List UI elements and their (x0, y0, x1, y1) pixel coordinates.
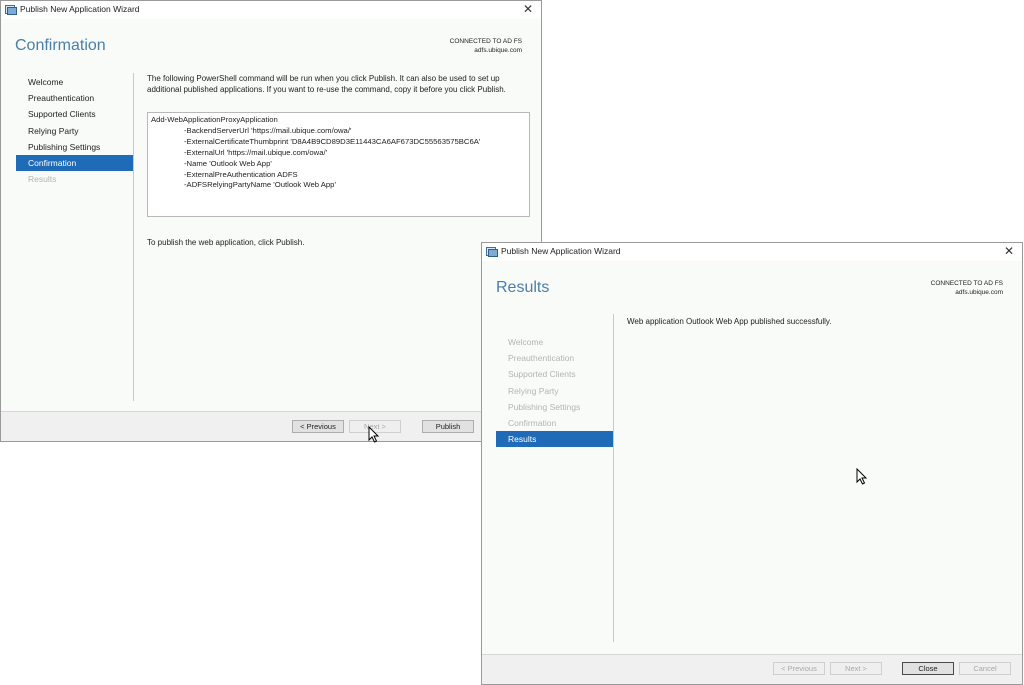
nav-divider (613, 314, 614, 642)
command-line: Add-WebApplicationProxyApplication (151, 115, 278, 124)
wizard-app-icon (486, 247, 498, 257)
nav-item-preauthentication[interactable]: Preauthentication (16, 90, 133, 106)
connection-label: CONNECTED TO AD FS (930, 280, 1003, 287)
connection-server: adfs.ubique.com (474, 47, 522, 54)
nav-divider (133, 73, 134, 401)
next-button[interactable]: Next > (830, 662, 882, 675)
wizard-steps-nav: Welcome Preauthentication Supported Client… (16, 74, 133, 187)
nav-item-publishing-settings[interactable]: Publishing Settings (496, 399, 613, 415)
button-bar: < Previous Next > Publish (1, 411, 541, 443)
command-line: -Name 'Outlook Web App' (184, 158, 272, 168)
close-button[interactable]: Close (902, 662, 954, 675)
nav-item-results[interactable]: Results (16, 171, 133, 187)
cancel-button[interactable]: Cancel (959, 662, 1011, 675)
connection-server: adfs.ubique.com (955, 289, 1003, 296)
command-line: -ADFSRelyingPartyName 'Outlook Web App' (184, 180, 336, 190)
close-icon[interactable]: ✕ (1004, 244, 1014, 258)
mouse-pointer-icon (856, 468, 868, 485)
command-line: -ExternalCertificateThumbprint 'D8A4B9CD… (184, 136, 481, 146)
page-title: Confirmation (15, 37, 106, 54)
command-description: The following PowerShell command will be… (147, 74, 506, 94)
nav-item-relying-party[interactable]: Relying Party (16, 123, 133, 139)
connection-status: CONNECTED TO AD FS adfs.ubique.com (931, 279, 1003, 297)
nav-item-welcome[interactable]: Welcome (16, 74, 133, 90)
previous-button[interactable]: < Previous (292, 420, 344, 433)
mouse-pointer-icon (368, 426, 380, 443)
wizard-body: Confirmation CONNECTED TO AD FS adfs.ubi… (1, 19, 541, 411)
wizard-body: Results CONNECTED TO AD FS adfs.ubique.c… (482, 261, 1022, 655)
window-title: Publish New Application Wizard (20, 4, 140, 14)
nav-item-publishing-settings[interactable]: Publishing Settings (16, 139, 133, 155)
close-icon[interactable]: ✕ (523, 2, 533, 16)
nav-item-confirmation[interactable]: Confirmation (16, 154, 133, 172)
nav-item-results[interactable]: Results (496, 431, 613, 448)
result-message: Web application Outlook Web App publishe… (627, 317, 832, 326)
connection-status: CONNECTED TO AD FS adfs.ubique.com (450, 37, 522, 55)
publish-button[interactable]: Publish (422, 420, 474, 433)
command-line: -BackendServerUrl 'https://mail.ubique.c… (184, 125, 352, 135)
powershell-command-box[interactable]: Add-WebApplicationProxyApplication -Backe… (147, 112, 530, 217)
nav-item-welcome[interactable]: Welcome (496, 334, 613, 350)
publish-instruction: To publish the web application, click Pu… (147, 238, 305, 247)
title-bar: Publish New Application Wizard ✕ (482, 243, 1022, 261)
nav-item-supported-clients[interactable]: Supported Clients (16, 106, 133, 122)
nav-item-preauthentication[interactable]: Preauthentication (496, 350, 613, 366)
wizard-steps-nav: Welcome Preauthentication Supported Client… (496, 334, 613, 448)
button-bar: < Previous Next > Close Cancel (482, 654, 1022, 684)
window-title: Publish New Application Wizard (501, 246, 621, 256)
nav-item-supported-clients[interactable]: Supported Clients (496, 366, 613, 382)
wizard-window-results: Publish New Application Wizard ✕ Results… (481, 242, 1023, 685)
command-line: -ExternalUrl 'https://mail.ubique.com/ow… (184, 147, 328, 157)
previous-button[interactable]: < Previous (773, 662, 825, 675)
nav-item-confirmation[interactable]: Confirmation (496, 415, 613, 431)
command-line: -ExternalPreAuthentication ADFS (184, 169, 298, 179)
page-title: Results (496, 279, 550, 296)
title-bar: Publish New Application Wizard ✕ (1, 1, 541, 19)
nav-item-relying-party[interactable]: Relying Party (496, 383, 613, 399)
wizard-app-icon (5, 5, 17, 15)
wizard-window-confirmation: Publish New Application Wizard ✕ Confirm… (0, 0, 542, 443)
connection-label: CONNECTED TO AD FS (449, 38, 522, 45)
